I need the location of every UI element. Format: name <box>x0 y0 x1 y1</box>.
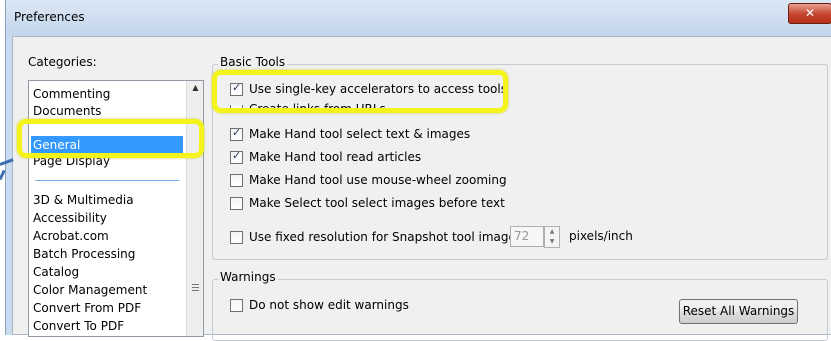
checkbox-no-edit-warnings[interactable] <box>230 298 243 312</box>
scroll-up-icon[interactable]: ▲ <box>187 83 203 92</box>
label-select-images-first: Make Select tool select images before te… <box>249 196 505 210</box>
warnings-title: Warnings <box>218 270 278 284</box>
category-color-management[interactable]: Color Management <box>33 281 147 299</box>
label-hand-read-articles: Make Hand tool read articles <box>249 150 422 164</box>
category-batch-processing[interactable]: Batch Processing <box>33 245 135 263</box>
reset-all-warnings-button[interactable]: Reset All Warnings <box>679 299 798 324</box>
checkbox-fixed-resolution[interactable] <box>230 230 243 244</box>
resolution-spinner[interactable]: ▲ ▼ <box>544 226 560 248</box>
close-icon: ✕ <box>804 6 816 20</box>
spin-up-icon[interactable]: ▲ <box>545 227 559 237</box>
general-highlight-annotation <box>17 119 204 158</box>
spin-down-icon[interactable]: ▼ <box>545 237 559 247</box>
accelerators-highlight-annotation <box>212 70 508 113</box>
category-commenting[interactable]: Commenting <box>33 85 110 103</box>
scroll-grip-icon[interactable] <box>192 284 199 293</box>
category-convert-to-pdf[interactable]: Convert To PDF <box>33 317 124 335</box>
option-hand-wheel-zoom[interactable]: Make Hand tool use mouse-wheel zooming <box>230 171 507 189</box>
category-separator <box>35 180 179 181</box>
category-3d-multimedia[interactable]: 3D & Multimedia <box>33 191 134 209</box>
category-documents[interactable]: Documents <box>33 102 101 120</box>
label-no-edit-warnings: Do not show edit warnings <box>249 298 409 312</box>
window-title: Preferences <box>14 10 85 24</box>
option-no-edit-warnings[interactable]: Do not show edit warnings <box>230 296 409 314</box>
basic-tools-title: Basic Tools <box>218 55 288 69</box>
option-hand-read-articles[interactable]: ✓ Make Hand tool read articles <box>230 148 421 166</box>
resolution-input[interactable]: 72 <box>510 226 544 247</box>
checkbox-hand-select-text[interactable]: ✓ <box>230 125 243 141</box>
checkmark-icon: ✓ <box>232 148 242 162</box>
checkbox-hand-read-articles[interactable]: ✓ <box>230 148 243 164</box>
categories-label: Categories: <box>28 55 97 69</box>
option-select-images-first[interactable]: Make Select tool select images before te… <box>230 194 505 212</box>
category-accessibility[interactable]: Accessibility <box>33 209 107 227</box>
option-fixed-resolution[interactable]: Use fixed resolution for Snapshot tool i… <box>230 228 526 246</box>
title-bar[interactable]: Preferences ✕ <box>6 0 831 36</box>
label-hand-select-text: Make Hand tool select text & images <box>249 127 471 141</box>
checkmark-icon: ✓ <box>232 125 242 139</box>
label-fixed-resolution: Use fixed resolution for Snapshot tool i… <box>249 230 527 244</box>
option-hand-select-text[interactable]: ✓ Make Hand tool select text & images <box>230 125 470 143</box>
category-acrobat-com[interactable]: Acrobat.com <box>33 227 109 245</box>
label-hand-wheel-zoom: Make Hand tool use mouse-wheel zooming <box>249 173 507 187</box>
category-page-display[interactable]: Page Display <box>33 156 110 170</box>
category-convert-from-pdf[interactable]: Convert From PDF <box>33 299 141 317</box>
checkbox-hand-wheel-zoom[interactable] <box>230 173 243 187</box>
checkbox-select-images-first[interactable] <box>230 196 243 210</box>
category-catalog[interactable]: Catalog <box>33 263 79 281</box>
resolution-unit-label: pixels/inch <box>569 229 633 243</box>
close-button[interactable]: ✕ <box>788 3 831 24</box>
